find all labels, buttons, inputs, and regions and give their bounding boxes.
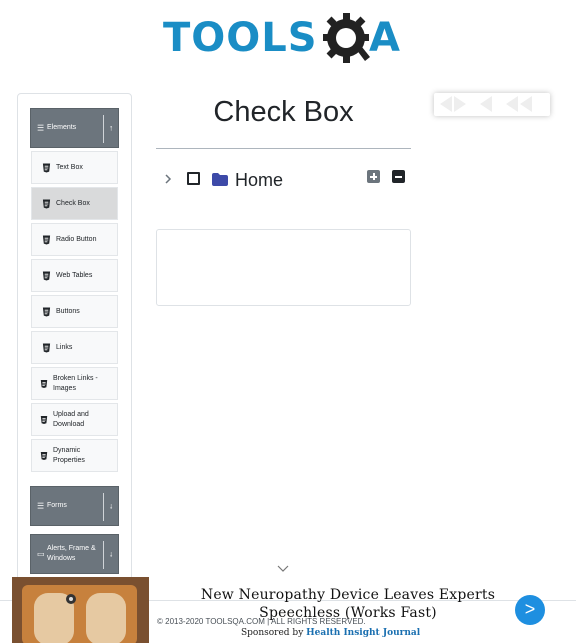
- menu-item-buttons[interactable]: Buttons: [31, 295, 118, 328]
- title-divider: [156, 148, 411, 149]
- tree-node-home: Home: [162, 166, 412, 194]
- menu-item-label: Web Tables: [56, 271, 93, 279]
- group-forms[interactable]: ☰ Forms ↓: [30, 486, 119, 526]
- ad-arrows-icon: [440, 96, 532, 112]
- sponsor-name[interactable]: Health Insight Journal: [306, 628, 420, 638]
- html-icon: [42, 163, 51, 172]
- window-icon: ▭: [37, 549, 45, 559]
- html-icon: [40, 415, 48, 424]
- ad-sponsor: Sponsored by Health Insight Journal: [241, 628, 420, 638]
- menu-item-broken-links[interactable]: Broken Links - Images: [31, 367, 118, 400]
- menu-item-label: Buttons: [56, 307, 80, 315]
- logo-text: TOOLS: [163, 15, 318, 61]
- menu-item-label: Text Box: [56, 163, 83, 171]
- menu-item-links[interactable]: Links: [31, 331, 118, 364]
- ad-headline[interactable]: New Neuropathy Device Leaves Experts Spe…: [180, 586, 516, 622]
- menu-item-upload-download[interactable]: Upload and Download: [31, 403, 118, 436]
- ad-image-graphic: [12, 577, 149, 643]
- logo-gear-icon: [323, 13, 370, 63]
- menu-item-label: Radio Button: [56, 235, 97, 243]
- group-label: Forms: [47, 502, 67, 509]
- list-icon: ☰: [37, 501, 45, 511]
- menu-item-web-tables[interactable]: Web Tables: [31, 259, 118, 292]
- banner-ad[interactable]: [434, 93, 550, 116]
- chevron-right-icon[interactable]: [162, 172, 174, 186]
- html-icon: [40, 451, 48, 460]
- group-label: Elements: [47, 124, 77, 131]
- group-alerts-frame-windows[interactable]: ▭ Alerts, Frame & Windows ↓: [30, 534, 119, 574]
- collapse-all-button[interactable]: [392, 170, 405, 183]
- divider: [103, 541, 104, 569]
- html-icon: [42, 235, 51, 244]
- menu-item-radio-button[interactable]: Radio Button: [31, 223, 118, 256]
- menu-item-label: Check Box: [56, 199, 90, 207]
- menu-item-label: Upload and Download: [53, 410, 89, 428]
- chevron-down-icon[interactable]: [276, 563, 290, 573]
- list-icon: ☰: [37, 123, 45, 133]
- logo-text-end: A: [369, 15, 400, 61]
- expand-arrow-icon[interactable]: ↓: [109, 502, 113, 511]
- left-panel: ☰ Elements ↑ Text Box Check Box Radio Bu…: [17, 93, 132, 613]
- ad-image[interactable]: [12, 577, 149, 643]
- folder-icon: [212, 173, 228, 186]
- ad-next-button[interactable]: >: [515, 595, 545, 625]
- collapse-arrow-icon[interactable]: ↑: [109, 124, 113, 133]
- menu-item-label: Dynamic Properties: [53, 446, 85, 464]
- expand-all-button[interactable]: [367, 170, 380, 183]
- menu-item-label: Broken Links - Images: [53, 374, 98, 392]
- page-title: Check Box: [213, 96, 354, 128]
- menu-item-text-box[interactable]: Text Box: [31, 151, 118, 184]
- expand-arrow-icon[interactable]: ↓: [109, 550, 113, 559]
- menu-item-dynamic-properties[interactable]: Dynamic Properties: [31, 439, 118, 472]
- sponsored-by-text: Sponsored by: [241, 628, 304, 638]
- menu-item-check-box[interactable]: Check Box: [31, 187, 118, 220]
- html-icon: [42, 343, 51, 352]
- group-label: Alerts, Frame & Windows: [47, 545, 96, 562]
- html-icon: [42, 307, 51, 316]
- result-panel: [156, 229, 411, 306]
- toolsqa-logo[interactable]: TOOLS A: [163, 12, 407, 68]
- divider: [103, 115, 104, 143]
- html-icon: [40, 379, 48, 388]
- menu-item-label: Links: [56, 343, 73, 351]
- tree-node-label[interactable]: Home: [235, 170, 283, 191]
- html-icon: [42, 271, 51, 280]
- home-checkbox[interactable]: [187, 172, 200, 185]
- divider: [103, 493, 104, 521]
- html-icon: [42, 199, 51, 208]
- group-elements[interactable]: ☰ Elements ↑: [30, 108, 119, 148]
- sticky-ad[interactable]: New Neuropathy Device Leaves Experts Spe…: [12, 577, 576, 643]
